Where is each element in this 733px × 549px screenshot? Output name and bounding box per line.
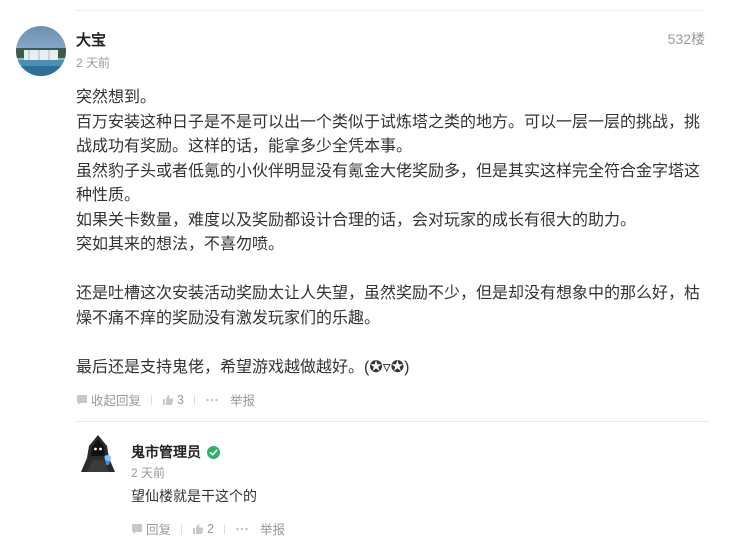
like-count: 3 bbox=[177, 392, 184, 407]
action-divider bbox=[181, 523, 183, 534]
more-icon bbox=[206, 398, 218, 401]
post-paragraph: 如果关卡数量，难度以及奖励都设计合理的话，会对玩家的成长有很大的助力。 bbox=[76, 211, 637, 229]
reply-actions: 回复 2 举报 bbox=[131, 519, 285, 538]
reply-author[interactable]: 鬼市管理员 bbox=[131, 442, 220, 462]
top-divider bbox=[76, 10, 705, 11]
reply-like-count: 2 bbox=[207, 521, 214, 536]
reply-text: 望仙楼就是干这个的 bbox=[131, 488, 257, 504]
like-button[interactable]: 3 bbox=[162, 393, 184, 407]
post-paragraph: 还是吐槽这次安装活动奖励太让人失望，虽然奖励不少，但是却没有想象中的那么好，枯燥… bbox=[76, 285, 701, 327]
action-divider bbox=[151, 394, 153, 405]
reply-report-label: 举报 bbox=[259, 523, 285, 537]
thumbs-up-icon bbox=[163, 394, 174, 405]
verified-icon bbox=[207, 445, 220, 459]
post-floor: 532楼 bbox=[667, 31, 705, 47]
post-content: 突然想到。 百万安装这种日子是不是可以出一个类似于试炼塔之类的地方。可以一层一层… bbox=[76, 86, 710, 380]
action-divider bbox=[193, 394, 195, 405]
reply-report-button[interactable]: 举报 bbox=[235, 519, 285, 538]
author-avatar[interactable] bbox=[16, 26, 66, 76]
collapse-replies-label: 收起回复 bbox=[91, 394, 142, 408]
post-actions: 收起回复 3 举报 bbox=[76, 390, 255, 409]
comment-icon bbox=[132, 523, 142, 534]
comment-icon bbox=[77, 394, 87, 405]
post-paragraph: 最后还是支持鬼佬，希望游戏越做越好。(✪▿✪) bbox=[76, 358, 410, 376]
reply-author-name: 鬼市管理员 bbox=[131, 444, 201, 460]
action-divider bbox=[223, 523, 225, 534]
post-paragraph: 虽然豹子头或者低氪的小伙伴明显没有氪金大佬奖励多，但是其实这样完全符合金字塔这种… bbox=[76, 162, 701, 205]
reply-time: 2 天前 bbox=[131, 466, 166, 480]
reply-button[interactable]: 回复 bbox=[131, 519, 171, 538]
post-time: 2 天前 bbox=[76, 56, 111, 70]
report-button[interactable]: 举报 bbox=[205, 390, 255, 409]
thumbs-up-icon bbox=[193, 523, 204, 534]
reply-author-avatar[interactable] bbox=[79, 434, 117, 474]
post-paragraph: 突如其来的想法，不喜勿喷。 bbox=[76, 236, 285, 253]
collapse-replies-button[interactable]: 收起回复 bbox=[76, 390, 141, 409]
reply-like-button[interactable]: 2 bbox=[192, 522, 214, 536]
post-paragraph: 突然想到。 bbox=[76, 89, 157, 106]
more-icon bbox=[236, 527, 248, 530]
post-author[interactable]: 大宝 bbox=[76, 29, 106, 50]
post-paragraph: 百万安装这种日子是不是可以出一个类似于试炼塔之类的地方。可以一层一层的挑战，挑战… bbox=[76, 113, 701, 156]
reply-label: 回复 bbox=[146, 523, 172, 537]
report-label: 举报 bbox=[229, 394, 255, 408]
